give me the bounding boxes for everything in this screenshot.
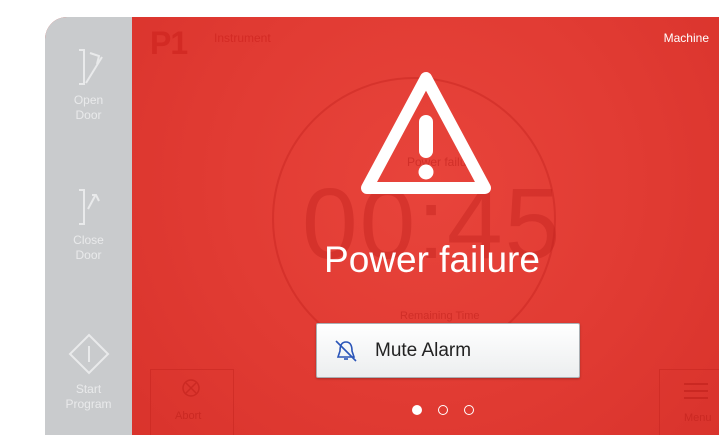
page-dot[interactable] [438, 405, 448, 415]
main-panel: P1 Instrument Machine 00:45 Power failur… [132, 17, 719, 435]
menu-label: Menu [684, 412, 712, 424]
start-program-button[interactable]: Start Program [45, 332, 132, 412]
abort-button: Abort [150, 369, 234, 435]
menu-icon [684, 383, 708, 399]
menu-button: Menu [659, 369, 719, 435]
close-door-button[interactable]: Close Door [45, 187, 132, 263]
device-screen: Open Door Close Door Start Program P1 In… [45, 17, 719, 435]
background-remaining-label: Remaining Time [400, 310, 480, 322]
open-door-button[interactable]: Open Door [45, 47, 132, 123]
start-program-label: Start Program [65, 382, 112, 411]
page-dot[interactable] [464, 405, 474, 415]
warning-triangle-icon [361, 72, 491, 194]
alarm-mute-icon [335, 339, 357, 362]
abort-icon [182, 379, 200, 397]
mute-alarm-label: Mute Alarm [375, 339, 472, 361]
page-dot-active[interactable] [412, 405, 422, 415]
open-door-label: Open Door [73, 93, 104, 122]
mute-alarm-button[interactable]: Mute Alarm [316, 323, 580, 378]
program-number: P1 [150, 25, 188, 61]
instrument-label: Instrument [214, 31, 271, 45]
abort-label: Abort [175, 410, 202, 422]
sidebar: Open Door Close Door Start Program [45, 17, 132, 435]
close-door-icon [78, 189, 100, 225]
close-door-label: Close Door [73, 233, 104, 262]
open-door-icon [78, 49, 103, 85]
alert-title: Power failure [324, 239, 540, 280]
page-indicator [412, 405, 474, 415]
start-program-icon [68, 333, 109, 375]
machine-label[interactable]: Machine [664, 31, 709, 45]
